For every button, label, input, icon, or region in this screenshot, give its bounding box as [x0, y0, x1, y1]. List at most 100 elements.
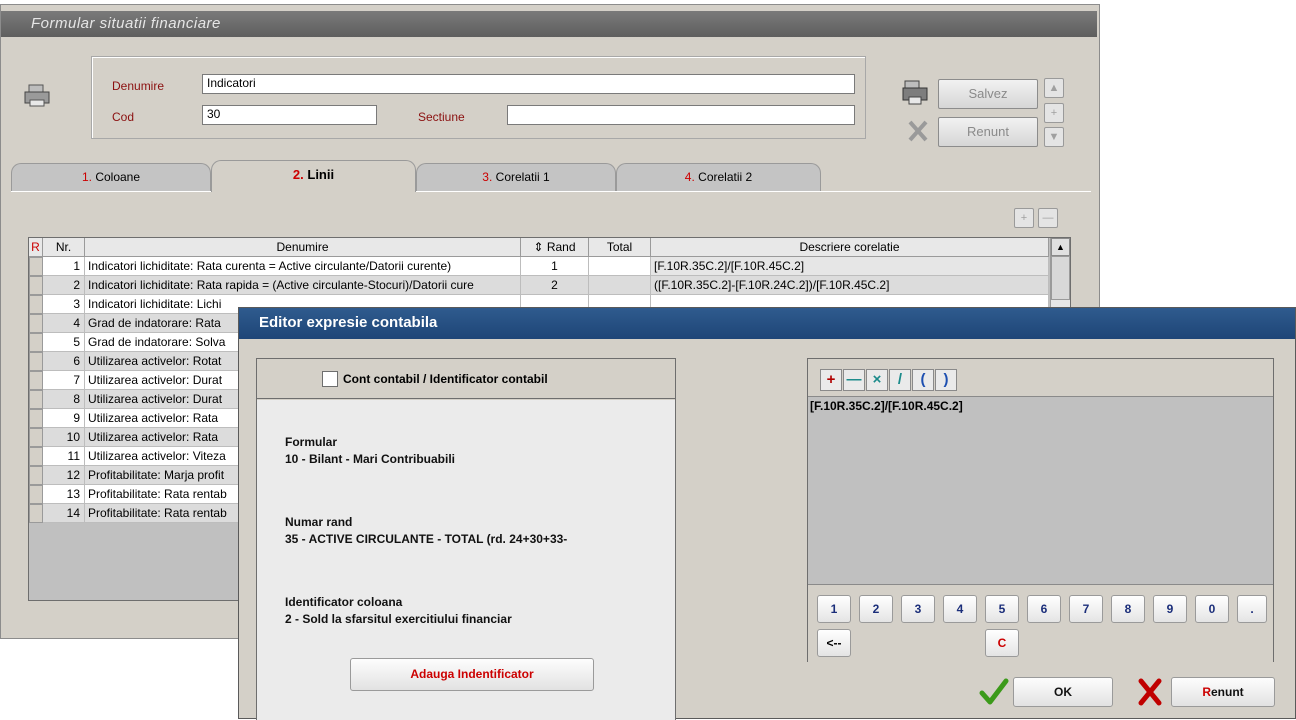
- row-selector[interactable]: [29, 371, 43, 390]
- col-header-denumire[interactable]: Denumire: [85, 238, 521, 257]
- row-selector[interactable]: [29, 466, 43, 485]
- key-4[interactable]: 4: [943, 595, 977, 623]
- denumire-label: Denumire: [112, 79, 165, 93]
- cell-den[interactable]: Indicatori lichiditate: Rata rapida = (A…: [85, 276, 521, 295]
- add-small-button[interactable]: +: [1044, 103, 1064, 123]
- row-selector[interactable]: [29, 314, 43, 333]
- tab-coloane[interactable]: 1. Coloane: [11, 163, 211, 191]
- key-0[interactable]: 0: [1195, 595, 1229, 623]
- key-8[interactable]: 8: [1111, 595, 1145, 623]
- clear-button[interactable]: C: [985, 629, 1019, 657]
- col-header-nr[interactable]: Nr.: [43, 238, 85, 257]
- cell-nr[interactable]: 8: [43, 390, 85, 409]
- row-selector[interactable]: [29, 257, 43, 276]
- cell-nr[interactable]: 12: [43, 466, 85, 485]
- table-row[interactable]: 2 Indicatori lichiditate: Rata rapida = (…: [29, 276, 1049, 295]
- op-plus-button[interactable]: +: [820, 369, 842, 391]
- cell-nr[interactable]: 14: [43, 504, 85, 523]
- cell-nr[interactable]: 9: [43, 409, 85, 428]
- cell-nr[interactable]: 13: [43, 485, 85, 504]
- key-5[interactable]: 5: [985, 595, 1019, 623]
- cancel-button[interactable]: Renunt: [938, 117, 1038, 147]
- row-selector[interactable]: [29, 504, 43, 523]
- move-down-button[interactable]: ▼: [1044, 127, 1064, 147]
- op-multiply-button[interactable]: ×: [866, 369, 888, 391]
- keypad: 1 2 3 4 5 6 7 8 9 0 . <-- C: [808, 584, 1273, 662]
- cell-total[interactable]: [589, 276, 651, 295]
- row-selector[interactable]: [29, 333, 43, 352]
- add-identifier-button[interactable]: Adauga Indentificator: [350, 658, 594, 691]
- tab-corelatii-2[interactable]: 4. Corelatii 2: [616, 163, 821, 191]
- op-minus-button[interactable]: —: [843, 369, 865, 391]
- cell-nr[interactable]: 5: [43, 333, 85, 352]
- col-header-total[interactable]: Total: [589, 238, 651, 257]
- expression-text[interactable]: [F.10R.35C.2]/[F.10R.45C.2]: [810, 399, 963, 413]
- row-selector[interactable]: [29, 409, 43, 428]
- cell-total[interactable]: [589, 257, 651, 276]
- ok-button[interactable]: OK: [1013, 677, 1113, 707]
- cell-nr[interactable]: 6: [43, 352, 85, 371]
- col-header-rand[interactable]: ⇕ Rand: [521, 238, 589, 257]
- add-row-button[interactable]: +: [1014, 208, 1034, 228]
- key-2[interactable]: 2: [859, 595, 893, 623]
- row-selector[interactable]: [29, 352, 43, 371]
- tab-corelatii-1[interactable]: 3. Corelatii 1: [416, 163, 616, 191]
- cell-rand[interactable]: 2: [521, 276, 589, 295]
- cell-nr[interactable]: 7: [43, 371, 85, 390]
- checkbox-label: Cont contabil / Identificator contabil: [343, 372, 548, 386]
- cell-nr[interactable]: 1: [43, 257, 85, 276]
- printer-icon[interactable]: [23, 83, 53, 109]
- cell-den[interactable]: Indicatori lichiditate: Rata curenta = A…: [85, 257, 521, 276]
- row-selector[interactable]: [29, 390, 43, 409]
- key-3[interactable]: 3: [901, 595, 935, 623]
- col-header-r: R: [29, 238, 43, 257]
- identificator-value: 2 - Sold la sfarsitul exercitiului finan…: [285, 612, 512, 626]
- row-selector[interactable]: [29, 447, 43, 466]
- cell-nr[interactable]: 10: [43, 428, 85, 447]
- move-up-button[interactable]: ▲: [1044, 78, 1064, 98]
- editor-title: Editor expresie contabila: [239, 308, 1295, 339]
- key-7[interactable]: 7: [1069, 595, 1103, 623]
- cancel-x-icon: [908, 120, 928, 142]
- cont-contabil-checkbox[interactable]: [322, 371, 338, 387]
- cell-rand[interactable]: 1: [521, 257, 589, 276]
- editor-cancel-button[interactable]: Renunt: [1171, 677, 1275, 707]
- scroll-thumb[interactable]: [1051, 256, 1070, 300]
- backspace-button[interactable]: <--: [817, 629, 851, 657]
- key-decimal[interactable]: .: [1237, 595, 1267, 623]
- op-divide-button[interactable]: /: [889, 369, 911, 391]
- row-selector[interactable]: [29, 485, 43, 504]
- identifier-info: Formular 10 - Bilant - Mari Contribuabil…: [257, 400, 675, 720]
- checkmark-icon: [979, 678, 1009, 705]
- row-selector[interactable]: [29, 428, 43, 447]
- sectiune-field[interactable]: [507, 105, 855, 125]
- delete-row-button[interactable]: —: [1038, 208, 1058, 228]
- key-9[interactable]: 9: [1153, 595, 1187, 623]
- cell-desc[interactable]: ([F.10R.35C.2]-[F.10R.24C.2])/[F.10R.45C…: [651, 276, 1049, 295]
- scroll-up-icon[interactable]: ▲: [1051, 238, 1070, 256]
- op-close-paren-button[interactable]: ): [935, 369, 957, 391]
- cell-nr[interactable]: 3: [43, 295, 85, 314]
- cod-field[interactable]: 30: [202, 105, 377, 125]
- cell-nr[interactable]: 2: [43, 276, 85, 295]
- denumire-field[interactable]: Indicatori: [202, 74, 855, 94]
- row-selector[interactable]: [29, 295, 43, 314]
- save-button[interactable]: Salvez: [938, 79, 1038, 109]
- cell-nr[interactable]: 4: [43, 314, 85, 333]
- table-row[interactable]: 1 Indicatori lichiditate: Rata curenta = …: [29, 257, 1049, 276]
- row-selector[interactable]: [29, 276, 43, 295]
- cell-nr[interactable]: 11: [43, 447, 85, 466]
- col-header-descriere[interactable]: Descriere corelatie: [651, 238, 1049, 257]
- save-icon: [902, 80, 928, 105]
- op-open-paren-button[interactable]: (: [912, 369, 934, 391]
- key-1[interactable]: 1: [817, 595, 851, 623]
- cell-desc[interactable]: [F.10R.35C.2]/[F.10R.45C.2]: [651, 257, 1049, 276]
- tab-linii[interactable]: 2. Linii: [211, 160, 416, 192]
- expression-panel: + — × / ( ) [F.10R.35C.2]/[F.10R.45C.2] …: [807, 358, 1274, 662]
- operator-bar: + — × / ( ): [808, 359, 1273, 397]
- identificator-label: Identificator coloana: [285, 595, 403, 609]
- header-panel: Denumire Indicatori Cod 30 Sectiune: [91, 56, 866, 139]
- cancel-rest: enunt: [1211, 685, 1244, 699]
- checkbox-row: Cont contabil / Identificator contabil: [257, 359, 675, 399]
- key-6[interactable]: 6: [1027, 595, 1061, 623]
